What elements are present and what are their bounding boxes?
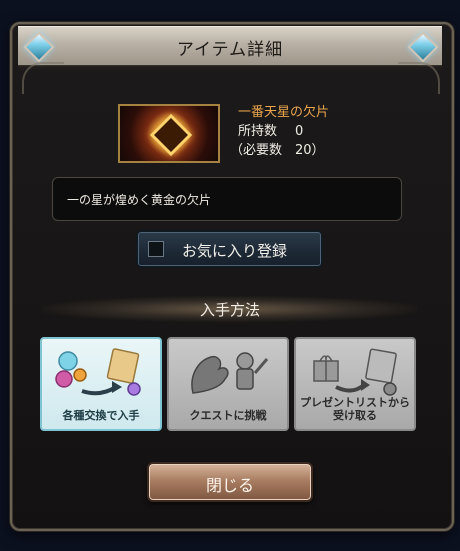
present-label-line1: プレゼントリストから (300, 396, 410, 409)
item-thumbnail (118, 104, 220, 163)
quest-label: クエストに挑戦 (189, 409, 267, 422)
obtain-method-title: 入手方法 (199, 301, 260, 319)
exchange-illustration-icon (55, 348, 141, 396)
frame-ornament (22, 62, 64, 94)
dialog-title: アイテム詳細 (176, 40, 284, 60)
obtain-exchange-button[interactable]: 各種交換で入手 (40, 337, 162, 431)
item-name: 一番天星の欠片 (238, 105, 330, 120)
present-illustration-icon (313, 348, 397, 396)
obtain-quest-button[interactable]: クエストに挑戦 (167, 337, 289, 431)
owned-value: 0 (295, 124, 304, 139)
dialog-titlebar: アイテム詳細 (18, 26, 442, 71)
exchange-label: 各種交換で入手 (62, 409, 140, 422)
favorite-label: お気に入り登録 (182, 242, 288, 260)
checkbox-icon[interactable] (148, 241, 164, 257)
close-label: 閉じる (205, 476, 254, 495)
required-count: （必要数 20） (230, 143, 325, 158)
obtain-method-header: 入手方法 (42, 296, 418, 322)
present-label: プレゼントリストから 受け取る (296, 396, 414, 422)
present-label-line2: 受け取る (333, 409, 377, 422)
favorite-register-button[interactable]: お気に入り登録 (136, 230, 323, 268)
item-description-box: 一の星が煌めく黄金の欠片 (52, 177, 402, 221)
item-description: 一の星が煌めく黄金の欠片 (67, 193, 212, 207)
close-button[interactable]: 閉じる (147, 462, 313, 502)
owned-label: 所持数 (238, 124, 278, 139)
item-detail-dialog (10, 22, 454, 531)
frame-ornament (398, 62, 440, 94)
obtain-present-button[interactable]: プレゼントリストから 受け取る (294, 337, 416, 431)
quest-illustration-icon (191, 352, 269, 394)
owned-count: 所持数 0 (238, 120, 303, 139)
